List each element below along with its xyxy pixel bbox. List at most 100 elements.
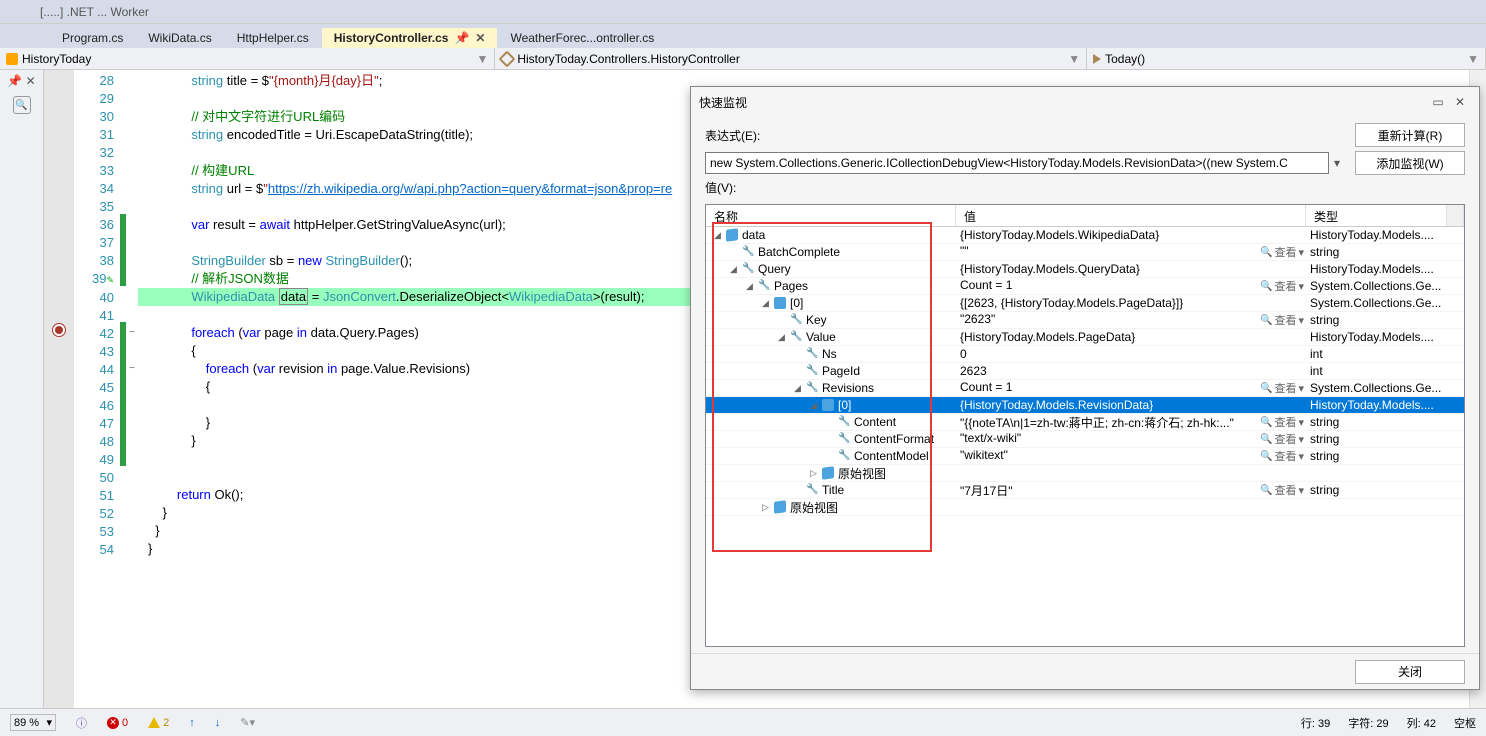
expand-icon[interactable] xyxy=(762,502,772,513)
breakpoint-icon[interactable] xyxy=(53,324,65,336)
index-icon xyxy=(822,399,834,411)
expand-icon[interactable] xyxy=(794,383,804,394)
expand-icon[interactable] xyxy=(730,264,740,275)
chevron-down-icon[interactable]: ▾ xyxy=(1298,314,1304,327)
status-char: 字符: 29 xyxy=(1348,715,1388,731)
error-count[interactable]: ✕0 xyxy=(107,717,128,729)
nav-class[interactable]: HistoryToday.Controllers.HistoryControll… xyxy=(495,48,1087,69)
col-value[interactable]: 值 xyxy=(956,205,1306,226)
magnifier-icon[interactable] xyxy=(1260,280,1272,292)
chevron-down-icon[interactable]: ▾ xyxy=(1298,484,1304,497)
close-button[interactable]: 关闭 xyxy=(1355,660,1465,684)
watch-row[interactable]: data{HistoryToday.Models.WikipediaData}H… xyxy=(706,227,1464,244)
nav-down-icon[interactable]: ↓ xyxy=(215,717,221,729)
object-icon xyxy=(822,466,834,480)
watch-row[interactable]: 🔧Title"7月17日"查看 ▾string xyxy=(706,482,1464,499)
tab-weatherforec-ontroller-cs[interactable]: WeatherForec...ontroller.cs xyxy=(498,28,667,48)
grid-body[interactable]: data{HistoryToday.Models.WikipediaData}H… xyxy=(706,227,1464,646)
property-icon: 🔧 xyxy=(806,484,818,496)
tab-program-cs[interactable]: Program.cs xyxy=(50,28,136,48)
property-icon: 🔧 xyxy=(806,348,818,360)
chevron-down-icon[interactable]: ▾ xyxy=(1298,433,1304,446)
status-col: 列: 42 xyxy=(1407,715,1436,731)
chevron-down-icon[interactable]: ▾ xyxy=(1298,246,1304,259)
tab-historycontroller-cs[interactable]: HistoryController.cs📌✕ xyxy=(322,28,499,48)
magnifier-icon[interactable] xyxy=(1260,382,1272,394)
nav-method[interactable]: Today()▼ xyxy=(1087,48,1486,69)
info-icon[interactable]: ⓘ xyxy=(76,715,87,731)
reevaluate-button[interactable]: 重新计算(R) xyxy=(1355,123,1465,147)
watch-row[interactable]: 🔧RevisionsCount = 1查看 ▾System.Collection… xyxy=(706,380,1464,397)
expand-icon[interactable] xyxy=(762,298,772,309)
quickwatch-titlebar[interactable]: 快速监视 ▭ ✕ xyxy=(691,87,1479,117)
object-icon xyxy=(774,500,786,514)
col-name[interactable]: 名称 xyxy=(706,205,956,226)
tab-wikidata-cs[interactable]: WikiData.cs xyxy=(136,28,224,48)
watch-row[interactable]: 🔧Query{HistoryToday.Models.QueryData}His… xyxy=(706,261,1464,278)
property-icon: 🔧 xyxy=(742,246,754,258)
property-icon: 🔧 xyxy=(806,365,818,377)
expression-input[interactable] xyxy=(705,152,1329,174)
view-dropdown[interactable]: 查看 ▾ xyxy=(1260,482,1304,499)
magnifier-icon[interactable] xyxy=(1260,450,1272,462)
view-dropdown[interactable]: 查看 ▾ xyxy=(1260,244,1304,260)
chevron-down-icon[interactable]: ▾ xyxy=(1298,416,1304,429)
close-icon[interactable]: ✕ xyxy=(1449,95,1471,109)
expand-icon[interactable] xyxy=(746,281,756,292)
index-icon xyxy=(774,297,786,309)
view-dropdown[interactable]: 查看 ▾ xyxy=(1260,448,1304,464)
chevron-down-icon[interactable]: ▾ xyxy=(1298,450,1304,463)
watch-row[interactable]: 🔧PageId2623int xyxy=(706,363,1464,380)
watch-row[interactable]: 🔧ContentModel"wikitext"查看 ▾string xyxy=(706,448,1464,465)
brush-icon[interactable]: ✎▾ xyxy=(240,716,255,729)
expand-icon[interactable] xyxy=(778,332,788,343)
watch-row[interactable]: 原始视图 xyxy=(706,465,1464,482)
chevron-down-icon: ▼ xyxy=(1068,52,1080,66)
nav-project[interactable]: HistoryToday▼ xyxy=(0,48,495,69)
magnifier-icon[interactable] xyxy=(1260,484,1272,496)
status-bar: 89 %▾ ⓘ ✕0 2 ↑ ↓ ✎▾ 行: 39 字符: 29 列: 42 空… xyxy=(0,708,1486,736)
view-dropdown[interactable]: 查看 ▾ xyxy=(1260,380,1304,396)
tool-panel: 📌 ✕ 🔍 xyxy=(0,70,44,708)
expand-icon[interactable] xyxy=(810,468,820,479)
autohide-pin-icon[interactable]: 📌 ✕ xyxy=(0,70,43,92)
view-dropdown[interactable]: 查看 ▾ xyxy=(1260,414,1304,431)
watch-row[interactable]: 🔧Content"{{noteTA\n|1=zh-tw:蔣中正; zh-cn:蒋… xyxy=(706,414,1464,431)
warning-count[interactable]: 2 xyxy=(148,717,169,729)
watch-row[interactable]: 🔧PagesCount = 1查看 ▾System.Collections.Ge… xyxy=(706,278,1464,295)
watch-row[interactable]: 🔧Ns0int xyxy=(706,346,1464,363)
chevron-down-icon: ▼ xyxy=(476,52,488,66)
expand-icon[interactable] xyxy=(810,400,820,411)
watch-row[interactable]: 🔧Value{HistoryToday.Models.PageData}Hist… xyxy=(706,329,1464,346)
chevron-down-icon[interactable]: ▾ xyxy=(1298,280,1304,293)
view-dropdown[interactable]: 查看 ▾ xyxy=(1260,431,1304,447)
document-tabs: Program.csWikiData.csHttpHelper.csHistor… xyxy=(0,24,1486,48)
pin-icon[interactable]: 📌 xyxy=(454,31,469,45)
search-icon[interactable]: 🔍 xyxy=(13,96,31,114)
watch-row[interactable]: 🔧BatchComplete""查看 ▾string xyxy=(706,244,1464,261)
chevron-down-icon[interactable]: ▾ xyxy=(1329,156,1345,170)
col-type[interactable]: 类型 xyxy=(1306,205,1447,226)
zoom-level[interactable]: 89 %▾ xyxy=(10,714,56,731)
magnifier-icon[interactable] xyxy=(1260,314,1272,326)
maximize-icon[interactable]: ▭ xyxy=(1427,95,1449,109)
watch-row[interactable]: [0]{[2623, {HistoryToday.Models.PageData… xyxy=(706,295,1464,312)
watch-row[interactable]: 🔧Key"2623"查看 ▾string xyxy=(706,312,1464,329)
expand-icon[interactable] xyxy=(714,230,724,241)
property-icon: 🔧 xyxy=(790,331,802,343)
watch-row[interactable]: 🔧ContentFormat"text/x-wiki"查看 ▾string xyxy=(706,431,1464,448)
property-icon: 🔧 xyxy=(838,433,850,445)
view-dropdown[interactable]: 查看 ▾ xyxy=(1260,312,1304,328)
watch-row[interactable]: [0]{HistoryToday.Models.RevisionData}His… xyxy=(706,397,1464,414)
view-dropdown[interactable]: 查看 ▾ xyxy=(1260,278,1304,294)
magnifier-icon[interactable] xyxy=(1260,433,1272,445)
watch-row[interactable]: 原始视图 xyxy=(706,499,1464,516)
add-watch-button[interactable]: 添加监视(W) xyxy=(1355,151,1465,175)
tab-httphelper-cs[interactable]: HttpHelper.cs xyxy=(225,28,322,48)
nav-up-icon[interactable]: ↑ xyxy=(189,717,195,729)
magnifier-icon[interactable] xyxy=(1260,416,1272,428)
chevron-down-icon[interactable]: ▾ xyxy=(1298,382,1304,395)
close-icon[interactable]: ✕ xyxy=(475,31,485,45)
process-indicator: [.....] .NET ... Worker xyxy=(40,5,149,19)
magnifier-icon[interactable] xyxy=(1260,246,1272,258)
